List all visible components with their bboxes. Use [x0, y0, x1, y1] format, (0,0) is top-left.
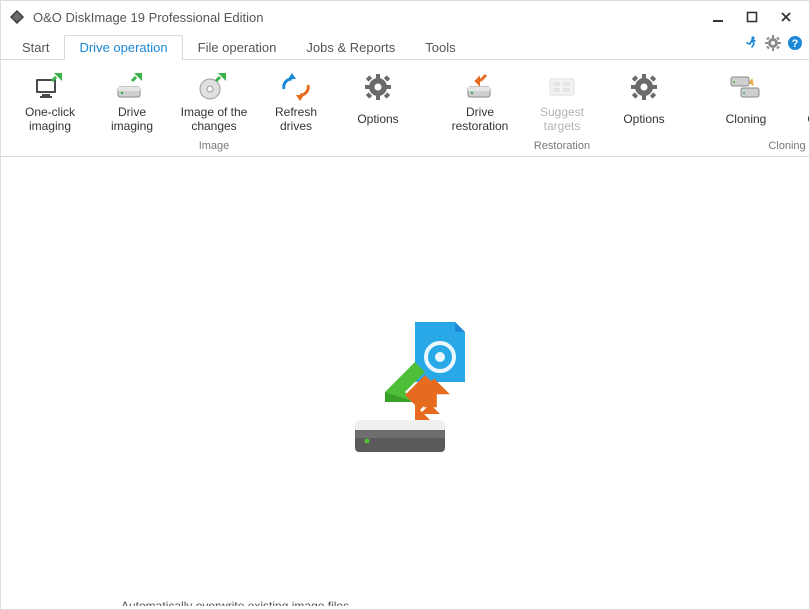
cloning-button[interactable]: Cloning: [707, 66, 785, 138]
tab-jobs-reports[interactable]: Jobs & Reports: [291, 35, 410, 60]
drive-imaging-label: Driveimaging: [111, 105, 153, 133]
disc-arrow-icon: [196, 71, 232, 103]
titlebar: O&O DiskImage 19 Professional Edition: [1, 1, 809, 33]
suggest-targets-button: Suggesttargets: [523, 66, 601, 138]
tabstrip: Start Drive operation File operation Job…: [1, 33, 809, 60]
gear-icon: [360, 71, 396, 103]
settings-gear-icon[interactable]: [765, 35, 781, 51]
cloning-icon: [728, 71, 764, 103]
ribbon-group-image-label: Image: [11, 140, 417, 152]
ribbon-group-image: One-clickimaging Driveimaging Image of t…: [5, 66, 423, 154]
close-button[interactable]: [769, 5, 803, 29]
tab-drive-operation[interactable]: Drive operation: [64, 35, 182, 60]
ribbon-group-cloning-label: Cloning: [707, 140, 810, 152]
drive-arrow-icon: [114, 71, 150, 103]
drive-restore-icon: [462, 71, 498, 103]
restoration-options-button[interactable]: Options: [605, 66, 683, 138]
cloning-options-button[interactable]: Options: [789, 66, 810, 138]
app-icon: [9, 9, 25, 25]
maximize-button[interactable]: [735, 5, 769, 29]
gear-icon: [626, 71, 662, 103]
ribbon: One-clickimaging Driveimaging Image of t…: [1, 60, 809, 157]
image-options-label: Options: [357, 105, 398, 133]
window-title: O&O DiskImage 19 Professional Edition: [33, 10, 264, 25]
image-options-button[interactable]: Options: [339, 66, 417, 138]
ribbon-group-restoration-label: Restoration: [441, 140, 683, 152]
content-area: Automatically overwrite existing image f…: [1, 157, 809, 606]
tab-tools[interactable]: Tools: [410, 35, 470, 60]
ribbon-group-restoration: Driverestoration Suggesttargets Options …: [435, 66, 689, 154]
svg-text:?: ?: [792, 38, 799, 50]
drive-restoration-label: Driverestoration: [452, 105, 509, 133]
one-click-imaging-button[interactable]: One-clickimaging: [11, 66, 89, 138]
refresh-icon: [278, 71, 314, 103]
ribbon-group-cloning: Cloning Options Cloning: [701, 66, 810, 154]
center-illustration: [325, 302, 485, 462]
suggest-targets-label: Suggesttargets: [540, 105, 584, 133]
image-of-changes-button[interactable]: Image of thechanges: [175, 66, 253, 138]
cloning-label: Cloning: [726, 105, 767, 133]
drive-imaging-button[interactable]: Driveimaging: [93, 66, 171, 138]
footer-partial-text: Automatically overwrite existing image f…: [121, 598, 349, 606]
tab-start[interactable]: Start: [7, 35, 64, 60]
refresh-drives-label: Refreshdrives: [275, 105, 317, 133]
running-man-icon[interactable]: [743, 35, 759, 51]
help-icon[interactable]: ?: [787, 35, 803, 51]
one-click-imaging-label: One-clickimaging: [25, 105, 75, 133]
image-of-changes-label: Image of thechanges: [181, 105, 248, 133]
restoration-options-label: Options: [623, 105, 664, 133]
minimize-button[interactable]: [701, 5, 735, 29]
refresh-drives-button[interactable]: Refreshdrives: [257, 66, 335, 138]
monitor-arrow-icon: [32, 71, 68, 103]
tab-file-operation[interactable]: File operation: [183, 35, 292, 60]
suggest-targets-icon: [544, 71, 580, 103]
drive-restoration-button[interactable]: Driverestoration: [441, 66, 519, 138]
